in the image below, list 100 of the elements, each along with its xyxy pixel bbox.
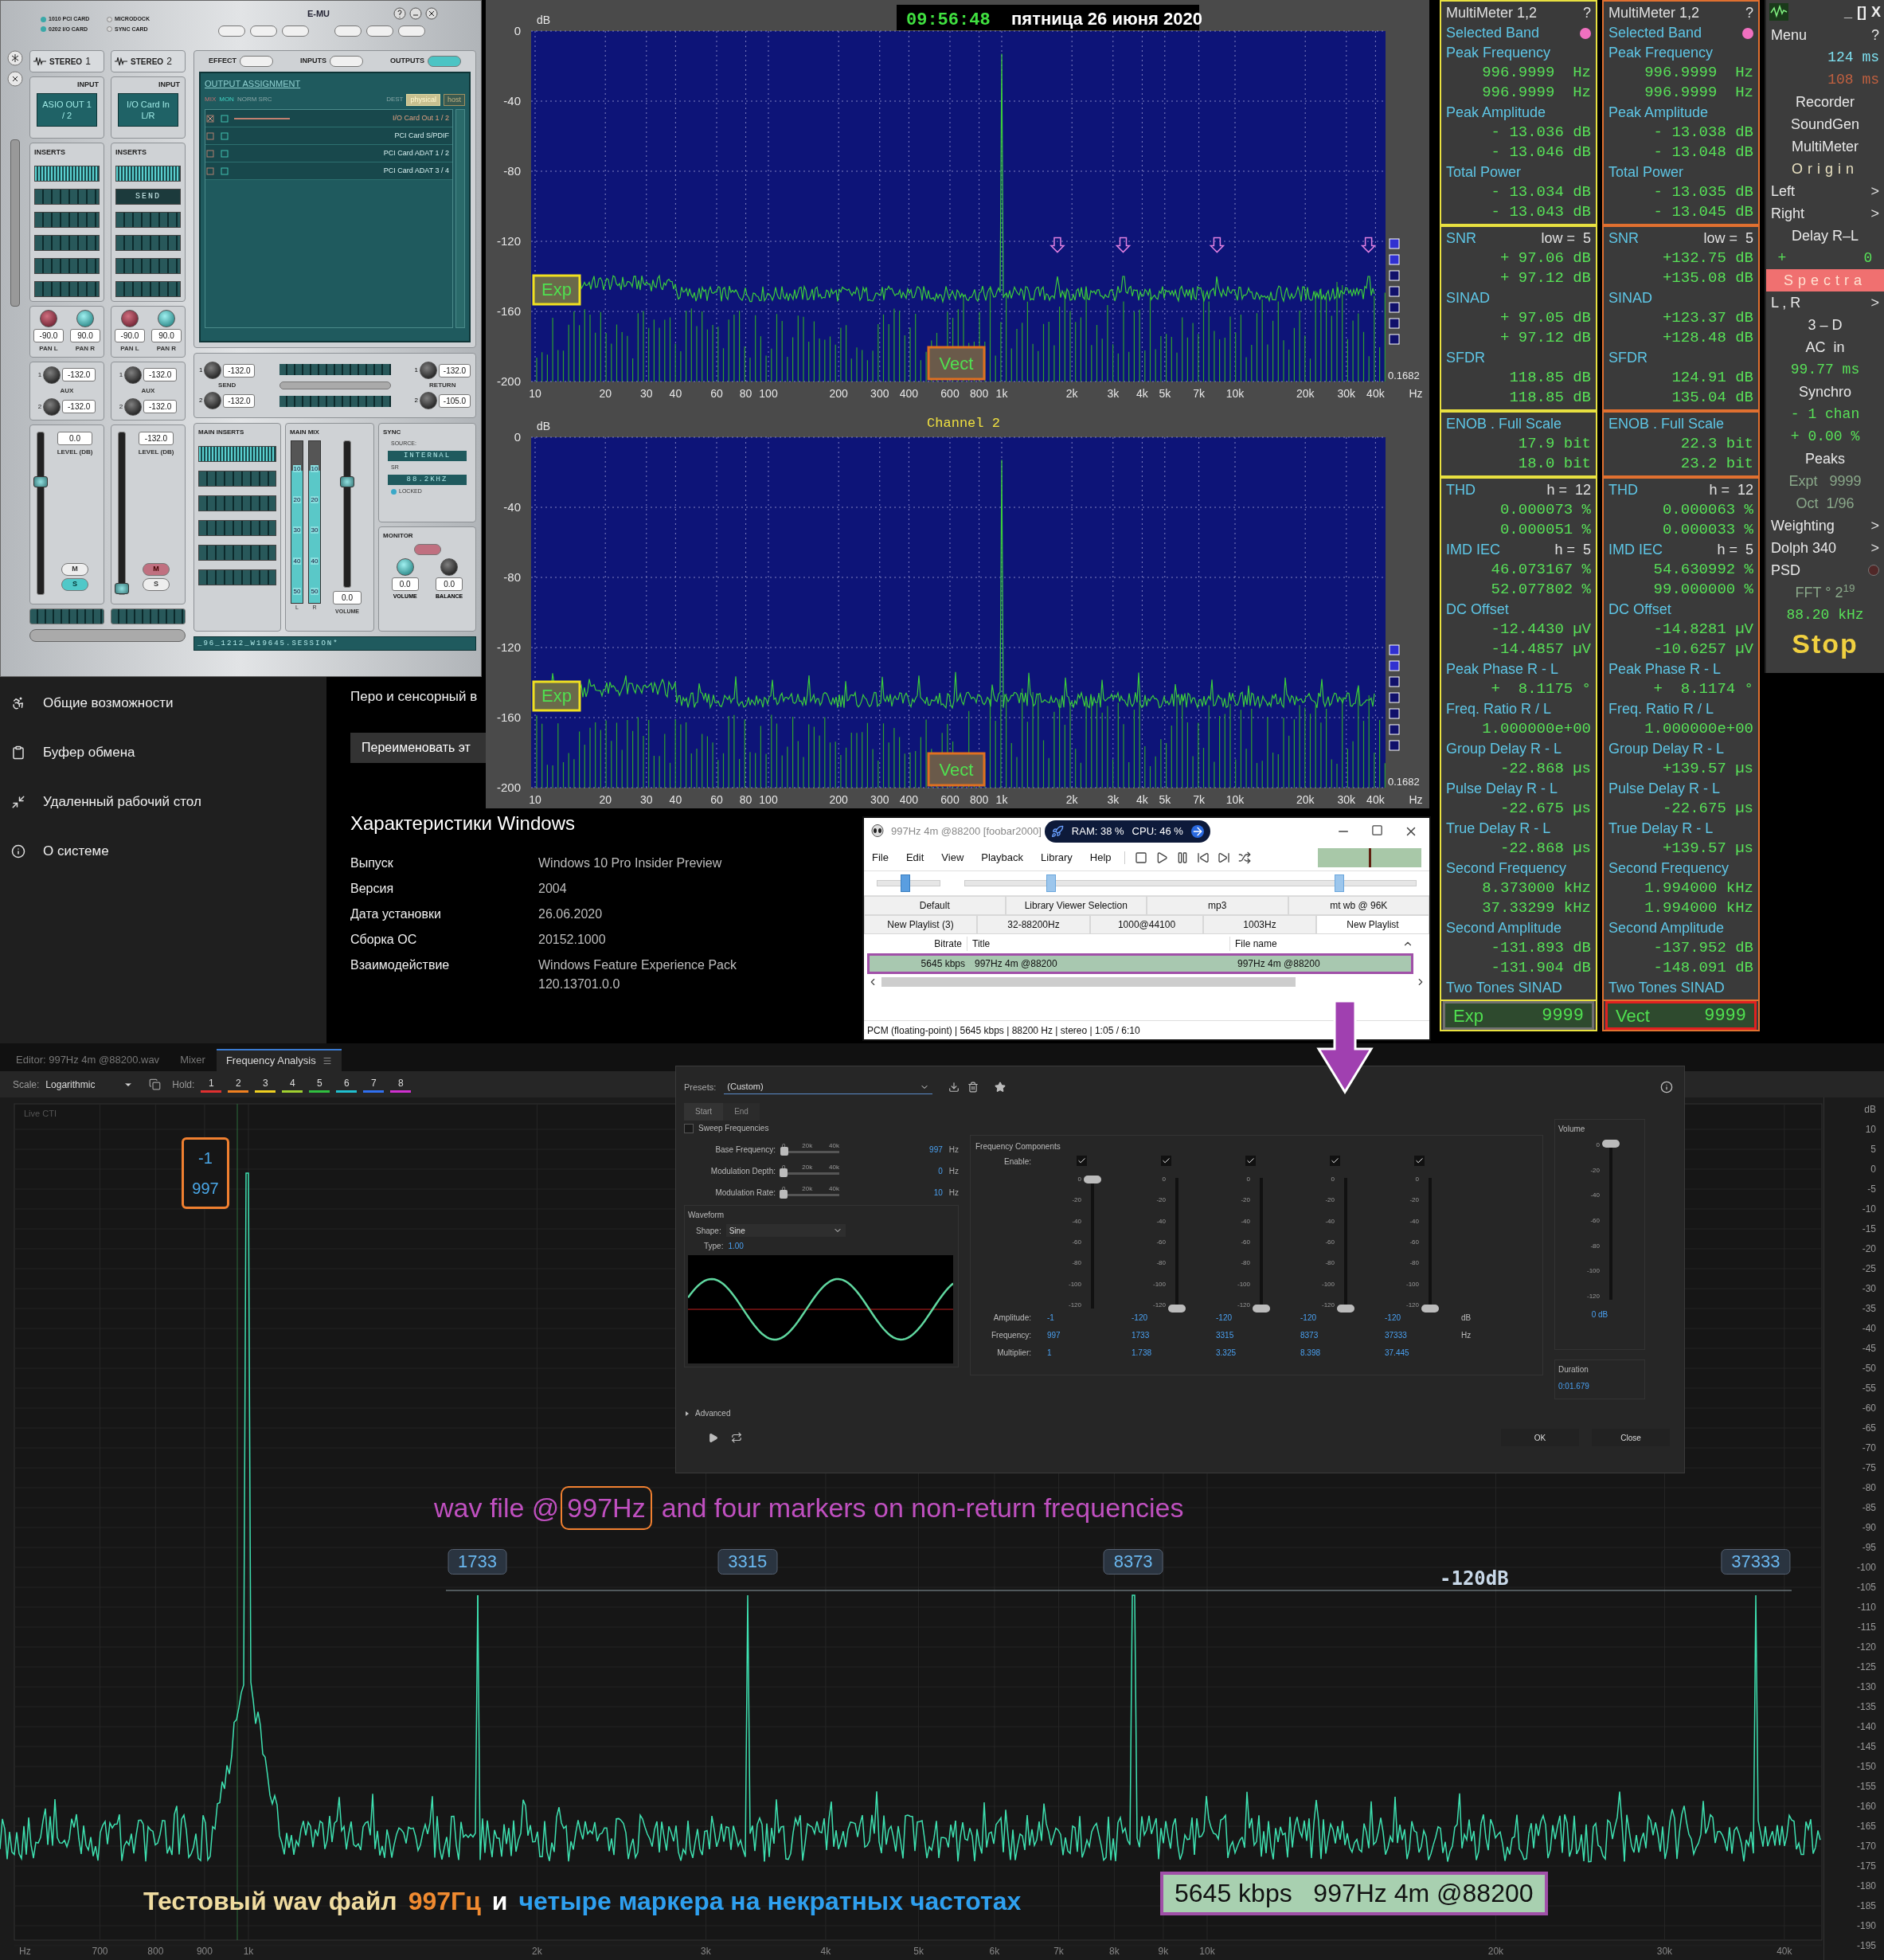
- knob[interactable]: [420, 362, 437, 379]
- shape-dropdown[interactable]: Sine: [725, 1224, 846, 1237]
- playlist-tab[interactable]: 1000@44100: [1090, 915, 1203, 934]
- playlist-tab[interactable]: mp3: [1147, 896, 1288, 915]
- vertical-scrollbar[interactable]: [10, 139, 20, 307]
- playlist-tab[interactable]: Library Viewer Selection: [1005, 896, 1147, 915]
- menu-item[interactable]: Right: [1771, 202, 1805, 225]
- menu-item[interactable]: MultiMeter: [1792, 135, 1859, 158]
- slider-thumb[interactable]: [1084, 1175, 1101, 1183]
- hold-button[interactable]: 6: [336, 1076, 358, 1093]
- menu-icon[interactable]: [322, 1056, 332, 1066]
- type-value[interactable]: 1.00: [728, 1240, 744, 1252]
- fader-thumb[interactable]: [340, 476, 354, 488]
- component-value[interactable]: -1: [1039, 1309, 1124, 1327]
- column-header[interactable]: File name: [1230, 937, 1402, 951]
- menu-item[interactable]: SoundGen: [1790, 113, 1860, 135]
- knob[interactable]: [76, 309, 94, 327]
- hold-button[interactable]: 2: [228, 1076, 249, 1093]
- component-value[interactable]: -120: [1124, 1309, 1208, 1327]
- knob[interactable]: [204, 392, 222, 409]
- component-value[interactable]: -120: [1377, 1309, 1461, 1327]
- component-value[interactable]: 8373: [1292, 1327, 1377, 1344]
- expand-icon[interactable]: [684, 1410, 690, 1417]
- fader-thumb[interactable]: [33, 476, 48, 488]
- slider-thumb[interactable]: [1168, 1305, 1186, 1313]
- menu-item[interactable]: Playback: [981, 850, 1024, 866]
- tab[interactable]: End: [723, 1103, 760, 1121]
- duration-value[interactable]: 0:01.679: [1558, 1380, 1641, 1392]
- hold-button[interactable]: 3: [255, 1076, 276, 1093]
- rename-button[interactable]: Переименовать эт: [350, 732, 486, 763]
- toolbar-button[interactable]: [334, 25, 362, 37]
- close-button[interactable]: Close: [1592, 1429, 1670, 1446]
- output-name[interactable]: PCI Card ADAT 1 / 2: [383, 147, 452, 159]
- stop-button[interactable]: Stop: [1792, 623, 1859, 664]
- knob[interactable]: [43, 397, 61, 416]
- component-value[interactable]: -120: [1292, 1309, 1377, 1327]
- maximize-icon[interactable]: [1371, 824, 1383, 836]
- component-value[interactable]: -120: [1208, 1309, 1292, 1327]
- param-value[interactable]: 10: [933, 1187, 943, 1199]
- toolbar-button[interactable]: [366, 25, 393, 37]
- knob[interactable]: [43, 366, 61, 384]
- settings-link[interactable]: Перо и сенсорный в: [350, 687, 478, 707]
- star-icon[interactable]: [995, 1082, 1006, 1093]
- slider-thumb[interactable]: [780, 1168, 788, 1177]
- minimize-icon[interactable]: [409, 7, 422, 21]
- mute-button[interactable]: M: [143, 562, 170, 576]
- trash-icon[interactable]: [967, 1082, 979, 1093]
- solo-button[interactable]: S: [61, 577, 88, 591]
- panel-tab[interactable]: Editor: 997Hz 4m @88200.wav: [6, 1049, 170, 1071]
- hold-button[interactable]: 4: [282, 1076, 303, 1093]
- playlist-tab[interactable]: 1003Hz: [1203, 915, 1316, 934]
- playlist-tab[interactable]: 32-88200Hz: [977, 915, 1090, 934]
- knob[interactable]: [40, 309, 57, 327]
- knob[interactable]: [420, 392, 437, 409]
- insert-slot[interactable]: SEND: [115, 188, 181, 205]
- menu-item[interactable]: Dolph 340: [1771, 537, 1837, 559]
- menu-item[interactable]: AC in: [1805, 336, 1845, 358]
- fader-thumb[interactable]: [115, 583, 129, 595]
- component-value[interactable]: 997: [1039, 1327, 1124, 1344]
- mute-button[interactable]: M: [61, 562, 88, 576]
- menu-item[interactable]: Left: [1771, 180, 1796, 202]
- insert-slot[interactable]: [34, 257, 100, 274]
- window-button[interactable]: _: [1843, 1, 1852, 23]
- component-value[interactable]: 3315: [1208, 1327, 1292, 1344]
- component-value[interactable]: 37333: [1377, 1327, 1461, 1344]
- toolbar-button[interactable]: [250, 25, 277, 37]
- slider-thumb[interactable]: [1337, 1305, 1354, 1313]
- play-icon[interactable]: [708, 1432, 718, 1443]
- checkbox[interactable]: [684, 1123, 694, 1133]
- output-name[interactable]: PCI Card ADAT 3 / 4: [383, 165, 452, 177]
- close-icon[interactable]: [7, 71, 23, 87]
- toolbar-button[interactable]: [218, 25, 245, 37]
- component-value[interactable]: 1.738: [1124, 1344, 1208, 1362]
- insert-slot[interactable]: [115, 234, 181, 251]
- column-header[interactable]: Bitrate: [864, 937, 967, 951]
- param-value[interactable]: 997: [929, 1144, 943, 1156]
- menu-item[interactable]: Synchro: [1798, 381, 1851, 403]
- slider-thumb[interactable]: [1602, 1140, 1620, 1148]
- component-value[interactable]: 8.398: [1292, 1344, 1377, 1362]
- param-value[interactable]: 0: [938, 1165, 943, 1177]
- info-icon[interactable]: [1660, 1081, 1673, 1093]
- insert-slot[interactable]: [115, 280, 181, 297]
- knob[interactable]: [121, 309, 139, 327]
- slider-thumb[interactable]: [1334, 874, 1344, 892]
- list-scrollbar[interactable]: [455, 109, 465, 328]
- sidebar-item[interactable]: Буфер обмена: [0, 728, 326, 777]
- hold-button[interactable]: 8: [390, 1076, 412, 1093]
- menu-label[interactable]: Menu: [1771, 24, 1808, 46]
- mode-toggle[interactable]: [428, 56, 461, 67]
- playlist-tab[interactable]: mt wb @ 96K: [1288, 896, 1429, 915]
- ok-button[interactable]: OK: [1501, 1429, 1579, 1446]
- window-button[interactable]: X: [1871, 1, 1881, 23]
- slider-thumb[interactable]: [1421, 1305, 1439, 1313]
- knob[interactable]: [124, 397, 143, 416]
- slider-thumb[interactable]: [901, 874, 911, 892]
- checkbox[interactable]: [1413, 1156, 1425, 1166]
- knob[interactable]: [396, 558, 414, 576]
- random-icon[interactable]: [1237, 851, 1251, 864]
- toolbar-button[interactable]: [398, 25, 425, 37]
- input-display[interactable]: I/O Card In L/R: [118, 92, 178, 127]
